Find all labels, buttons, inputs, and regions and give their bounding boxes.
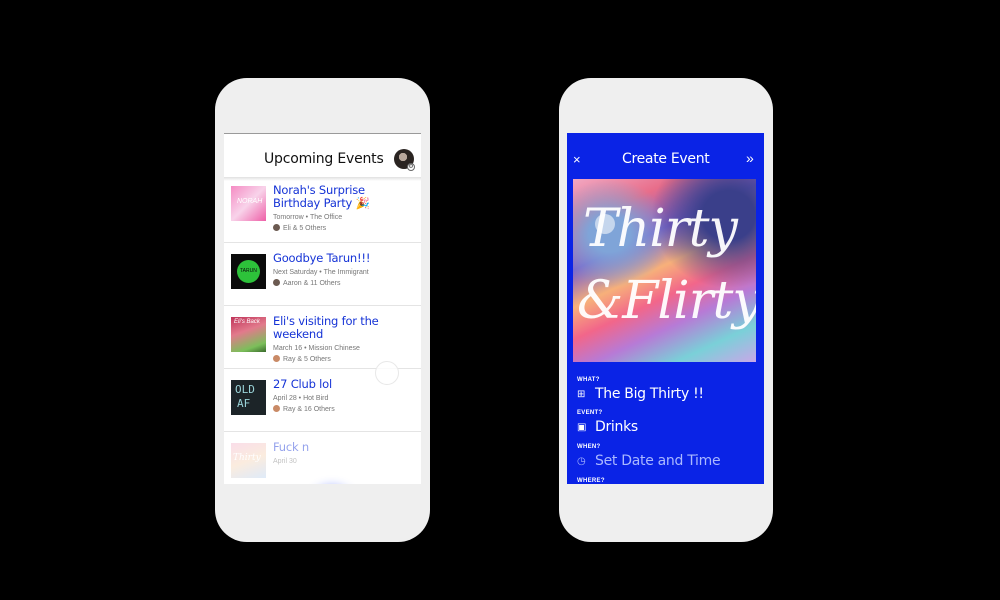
- event-title[interactable]: 27 Club lol: [273, 378, 413, 391]
- event-name-field[interactable]: ⊞ The Big Thirty !!: [577, 386, 704, 402]
- upcoming-events-screen: Upcoming Events ⚙ NORAH Norah's Surprise…: [224, 133, 421, 484]
- where-label: WHERE?: [577, 478, 605, 484]
- event-date-location: March 16 • Mission Chinese: [273, 345, 360, 352]
- event-list-item[interactable]: Thirty Fuck n April 30: [224, 433, 421, 484]
- event-date-location: April 28 • Hot Bird: [273, 395, 329, 402]
- event-title[interactable]: Eli's visiting for the weekend: [273, 315, 413, 341]
- phone-upcoming-events: Upcoming Events ⚙ NORAH Norah's Surprise…: [215, 78, 430, 542]
- phone-create-event: × Create Event » Thirty &Flirty WHAT? ⊞ T…: [559, 78, 773, 542]
- attendee-avatar: [273, 405, 280, 412]
- event-type-label: EVENT?: [577, 410, 603, 416]
- page-title: Upcoming Events: [264, 151, 384, 167]
- date-time-field[interactable]: ◷ Set Date and Time: [577, 453, 721, 469]
- event-attendees: Ray & 16 Others: [273, 405, 335, 413]
- create-event-screen: × Create Event » Thirty &Flirty WHAT? ⊞ T…: [567, 133, 764, 484]
- event-thumbnail: OLD AF: [231, 380, 266, 415]
- attendee-avatar: [273, 224, 280, 231]
- event-thumbnail: NORAH: [231, 186, 266, 221]
- artwork-text: &Flirty: [577, 271, 756, 331]
- event-list-item[interactable]: NORAH Norah's Surprise Birthday Party 🎉 …: [224, 181, 421, 243]
- upcoming-events-header: Upcoming Events ⚙: [224, 134, 421, 178]
- event-thumbnail: Eli's Back: [231, 317, 266, 352]
- event-title[interactable]: Norah's Surprise Birthday Party 🎉: [273, 184, 413, 210]
- event-list-item[interactable]: TARUN Goodbye Tarun!!! Next Saturday • T…: [224, 244, 421, 306]
- attendee-text: Aaron & 11 Others: [283, 280, 341, 287]
- attendee-avatar: [273, 355, 280, 362]
- date-time-placeholder: Set Date and Time: [595, 453, 721, 469]
- event-type-field[interactable]: ▣ Drinks: [577, 419, 638, 435]
- clock-icon: ◷: [577, 456, 586, 467]
- thumbnail-text: Thirty: [233, 453, 261, 463]
- event-thumbnail: Thirty: [231, 443, 266, 478]
- event-date-location: April 30: [273, 458, 297, 465]
- settings-gear-icon[interactable]: ⚙: [407, 163, 415, 171]
- next-icon[interactable]: »: [746, 150, 754, 166]
- thumbnail-text: AF: [237, 397, 251, 410]
- thumbnail-text: OLD: [235, 383, 255, 396]
- event-cover-artwork[interactable]: Thirty &Flirty: [573, 179, 756, 362]
- event-date-location: Next Saturday • The Immigrant: [273, 269, 369, 276]
- event-attendees: Aaron & 11 Others: [273, 279, 340, 287]
- event-list-item[interactable]: Eli's Back Eli's visiting for the weeken…: [224, 307, 421, 369]
- event-type-value: Drinks: [595, 419, 638, 435]
- thumbnail-text: Eli's Back: [234, 319, 260, 325]
- event-thumbnail: TARUN: [231, 254, 266, 289]
- attendee-text: Ray & 5 Others: [283, 356, 331, 363]
- event-name-value: The Big Thirty !!: [595, 386, 704, 402]
- event-date-location: Tomorrow • The Office: [273, 214, 343, 221]
- event-title[interactable]: Fuck n: [273, 441, 413, 454]
- event-attendees: Ray & 5 Others: [273, 355, 331, 363]
- calendar-icon: ▣: [577, 422, 587, 433]
- attendee-text: Eli & 5 Others: [283, 225, 327, 232]
- when-label: WHEN?: [577, 444, 601, 450]
- event-attendees: Eli & 5 Others: [273, 224, 326, 232]
- thumbnail-text: NORAH: [237, 198, 263, 205]
- what-label: WHAT?: [577, 377, 600, 383]
- event-title[interactable]: Goodbye Tarun!!!: [273, 252, 413, 265]
- page-title: Create Event: [622, 151, 710, 167]
- close-icon[interactable]: ×: [573, 152, 581, 167]
- touch-indicator: [595, 214, 615, 234]
- grid-icon: ⊞: [577, 389, 586, 400]
- event-list-item[interactable]: OLD AF 27 Club lol April 28 • Hot Bird R…: [224, 370, 421, 432]
- attendee-text: Ray & 16 Others: [283, 406, 335, 413]
- thumbnail-text: TARUN: [240, 268, 257, 274]
- attendee-avatar: [273, 279, 280, 286]
